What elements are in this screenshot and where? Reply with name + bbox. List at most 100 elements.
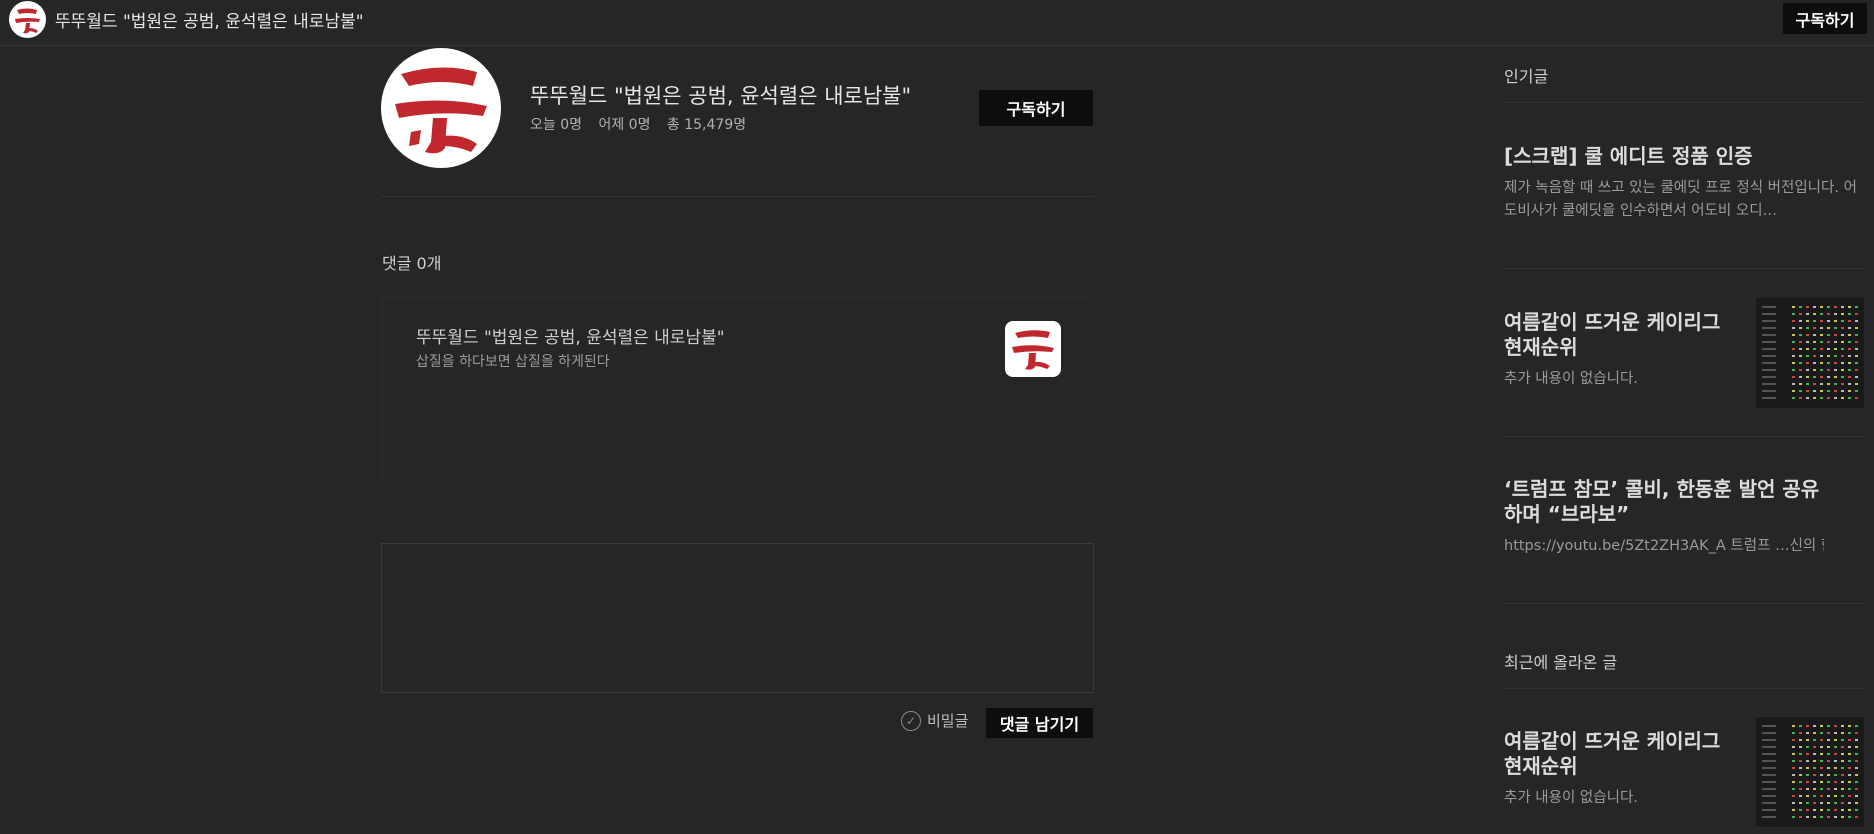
recent-item-title[interactable]: 여름같이 뜨거운 케이리그 현재순위 [1504, 729, 1734, 779]
thumbnail-cell [1792, 376, 1795, 378]
thumbnail-cell [1841, 320, 1844, 322]
thumbnail-cell [1813, 760, 1816, 762]
thumbnail-cell [1806, 355, 1809, 357]
thumbnail-cell [1834, 732, 1837, 734]
blog-logo[interactable] [9, 1, 46, 38]
thumbnail-cell [1855, 739, 1858, 741]
thumbnail-cell [1820, 397, 1823, 399]
thumbnail-cell [1855, 327, 1858, 329]
thumbnail-cell [1834, 397, 1837, 399]
thumbnail-cell [1792, 334, 1795, 336]
thumbnail-cell [1827, 795, 1830, 797]
thumbnail-cell [1820, 753, 1823, 755]
thumbnail-cell [1806, 732, 1809, 734]
thumbnail-cell [1799, 334, 1802, 336]
thumbnail-cell [1841, 362, 1844, 364]
popular-item-title[interactable]: [스크랩] 쿨 에디트 정품 인증 [1504, 144, 1864, 169]
popular-item-title[interactable]: ‘트럼프 참모’ 콜비, 한동훈 발언 공유하며 “브라보” [1504, 477, 1824, 527]
embed-card[interactable]: 뚜뚜월드 "법원은 공범, 윤석렬은 내로남불" 삽질을 하다보면 삽질을 하게… [382, 296, 1094, 482]
profile-avatar[interactable] [381, 48, 501, 168]
thumbnail-cell [1834, 383, 1837, 385]
profile-name[interactable]: 뚜뚜월드 "법원은 공범, 윤석렬은 내로남불" [530, 80, 911, 110]
thumbnail-cell [1848, 376, 1851, 378]
subscribe-button[interactable]: 구독하기 [1783, 3, 1867, 34]
divider [1504, 268, 1864, 269]
thumbnail-cell [1834, 788, 1837, 790]
thumbnail-cell [1855, 320, 1858, 322]
thumbnail-cell [1792, 320, 1795, 322]
thumbnail-row [1762, 774, 1776, 776]
thumbnail-cell [1820, 376, 1823, 378]
thumbnail-cell [1841, 732, 1844, 734]
thumbnail-cell [1848, 320, 1851, 322]
thumbnail-row [1762, 767, 1776, 769]
thumbnail-cell [1827, 753, 1830, 755]
thumbnail-cell [1848, 753, 1851, 755]
stat-today: 오늘 0명 [530, 117, 582, 133]
thumbnail-cell [1813, 746, 1816, 748]
thumbnail-cell [1806, 320, 1809, 322]
comment-input[interactable] [382, 544, 1093, 692]
thumbnail-cell [1792, 809, 1795, 811]
thumbnail-cell [1806, 327, 1809, 329]
thumbnail-cell [1855, 348, 1858, 350]
thumbnail-row [1762, 802, 1776, 804]
thumbnail-cell [1827, 739, 1830, 741]
thumbnail-cell [1848, 355, 1851, 357]
thumbnail-cell [1799, 802, 1802, 804]
thumbnail-cell [1855, 767, 1858, 769]
thumbnail-cell [1841, 760, 1844, 762]
popular-item[interactable]: [스크랩] 쿨 에디트 정품 인증 제가 녹음할 때 쓰고 있는 쿨에딧 프로 … [1504, 144, 1864, 223]
thumbnail-cell [1813, 306, 1816, 308]
embed-title: 뚜뚜월드 "법원은 공범, 윤석렬은 내로남불" [416, 328, 725, 348]
recent-item-thumbnail[interactable] [1756, 717, 1864, 827]
thumbnail-cell [1799, 795, 1802, 797]
thumbnail-cell [1848, 397, 1851, 399]
thumbnail-row [1762, 788, 1776, 790]
thumbnail-cell [1841, 781, 1844, 783]
thumbnail-cell [1827, 362, 1830, 364]
popular-item[interactable]: 여름같이 뜨거운 케이리그 현재순위 추가 내용이 없습니다. [1504, 310, 1734, 391]
popular-item-thumbnail[interactable] [1756, 298, 1864, 408]
thumbnail-cell [1792, 760, 1795, 762]
blog-title[interactable]: 뚜뚜월드 "법원은 공범, 윤석렬은 내로남불" [55, 7, 364, 32]
thumbnail-cell [1806, 369, 1809, 371]
thumbnail-cell [1855, 725, 1858, 727]
thumbnail-cell [1841, 348, 1844, 350]
thumbnail-cell [1806, 397, 1809, 399]
thumbnail-row [1762, 746, 1776, 748]
thumbnail-cell [1806, 767, 1809, 769]
popular-item-title[interactable]: 여름같이 뜨거운 케이리그 현재순위 [1504, 310, 1734, 360]
thumbnail-cell [1792, 383, 1795, 385]
thumbnail-cell [1834, 816, 1837, 818]
thumbnail-row [1762, 341, 1776, 343]
thumbnail-cell [1813, 327, 1816, 329]
thumbnail-cell [1799, 369, 1802, 371]
thumbnail-cell [1806, 376, 1809, 378]
thumbnail-cell [1820, 809, 1823, 811]
thumbnail-row [1762, 320, 1776, 322]
thumbnail-cell [1799, 376, 1802, 378]
thumbnail-cell [1820, 320, 1823, 322]
post-comment-button[interactable]: 댓글 남기기 [986, 708, 1093, 738]
popular-item[interactable]: ‘트럼프 참모’ 콜비, 한동훈 발언 공유하며 “브라보” https://y… [1504, 477, 1824, 558]
recent-heading: 최근에 올라온 글 [1504, 653, 1618, 672]
popular-item-description: 제가 녹음할 때 쓰고 있는 쿨에딧 프로 정식 버전입니다. 어도비사가 쿨에… [1504, 180, 1857, 219]
thumbnail-row [1762, 739, 1776, 741]
thumbnail-cell [1813, 362, 1816, 364]
thumbnail-cell [1848, 739, 1851, 741]
calligraphy-logo-icon [1012, 330, 1054, 370]
thumbnail-cell [1834, 809, 1837, 811]
thumbnail-cell [1827, 781, 1830, 783]
thumbnail-cell [1792, 795, 1795, 797]
thumbnail-cell [1792, 306, 1795, 308]
secret-toggle[interactable]: ✓ 비밀글 [901, 710, 968, 731]
thumbnail-cell [1827, 725, 1830, 727]
thumbnail-cell [1855, 774, 1858, 776]
divider [1504, 603, 1864, 604]
recent-item[interactable]: 여름같이 뜨거운 케이리그 현재순위 추가 내용이 없습니다. [1504, 729, 1734, 810]
profile-subscribe-button[interactable]: 구독하기 [979, 90, 1093, 126]
thumbnail-cell [1806, 746, 1809, 748]
thumbnail-cell [1855, 355, 1858, 357]
thumbnail-cell [1848, 809, 1851, 811]
